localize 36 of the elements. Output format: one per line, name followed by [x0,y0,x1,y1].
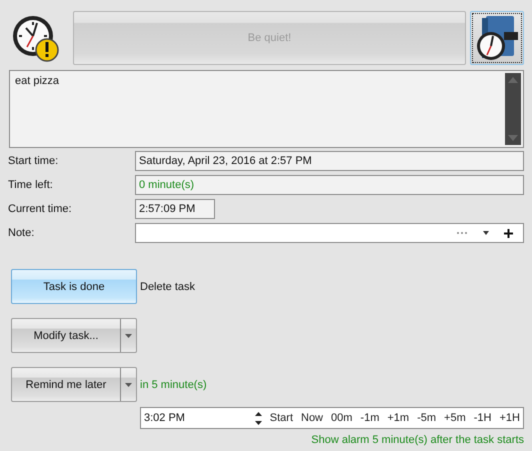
split-button[interactable]: Modify task... [11,318,137,353]
message-text: eat pizza [14,74,60,89]
field-value: 2:57:09 PM [135,199,215,219]
time-shortcut[interactable]: Now [301,412,324,424]
note-field[interactable] [135,223,524,243]
dropdown-icon[interactable] [482,230,490,236]
more-icon[interactable] [456,231,468,235]
field-value: 0 minute(s) [135,175,524,195]
field-label: Time left: [8,179,54,191]
message-text-area[interactable]: eat pizza [9,70,524,148]
time-shortcut[interactable]: +1H [500,412,520,424]
clock-book-button[interactable] [470,10,524,64]
time-shortcut[interactable]: +5m [444,412,466,424]
split-button[interactable]: Remind me later [11,367,137,402]
clock-book-icon [474,14,520,62]
time-shortcut[interactable]: Start [270,412,293,424]
alarm-info-text: Show alarm 5 minute(s) after the task starts [311,434,524,446]
time-picker-field[interactable]: 3:02 PM Start Now 00m -1m +1m -5m +5m -1H +1H [140,407,524,429]
caret-icon[interactable] [125,334,132,338]
time-shortcut[interactable]: -1m [360,412,380,424]
field-value: Saturday, April 23, 2016 at 2:57 PM [135,151,524,171]
task-button[interactable]: Task is done [11,269,137,304]
add-icon[interactable] [504,228,513,238]
time-value: 3:02 PM [144,412,186,424]
time-shortcut[interactable]: -1H [474,412,492,424]
spin-icon[interactable] [254,412,262,424]
field-label: Note: [8,227,36,239]
time-shortcut[interactable]: -5m [417,412,436,424]
field-label: Start time: [8,155,60,167]
caret-icon[interactable] [125,382,132,386]
time-shortcut[interactable]: +1m [387,412,410,424]
delete-link[interactable]: Delete task [140,280,196,292]
field-label: Current time: [8,203,73,215]
clock-warning-icon [11,14,59,62]
status-text: in 5 minute(s) [140,378,207,390]
time-shortcut[interactable]: 00m [331,412,352,424]
